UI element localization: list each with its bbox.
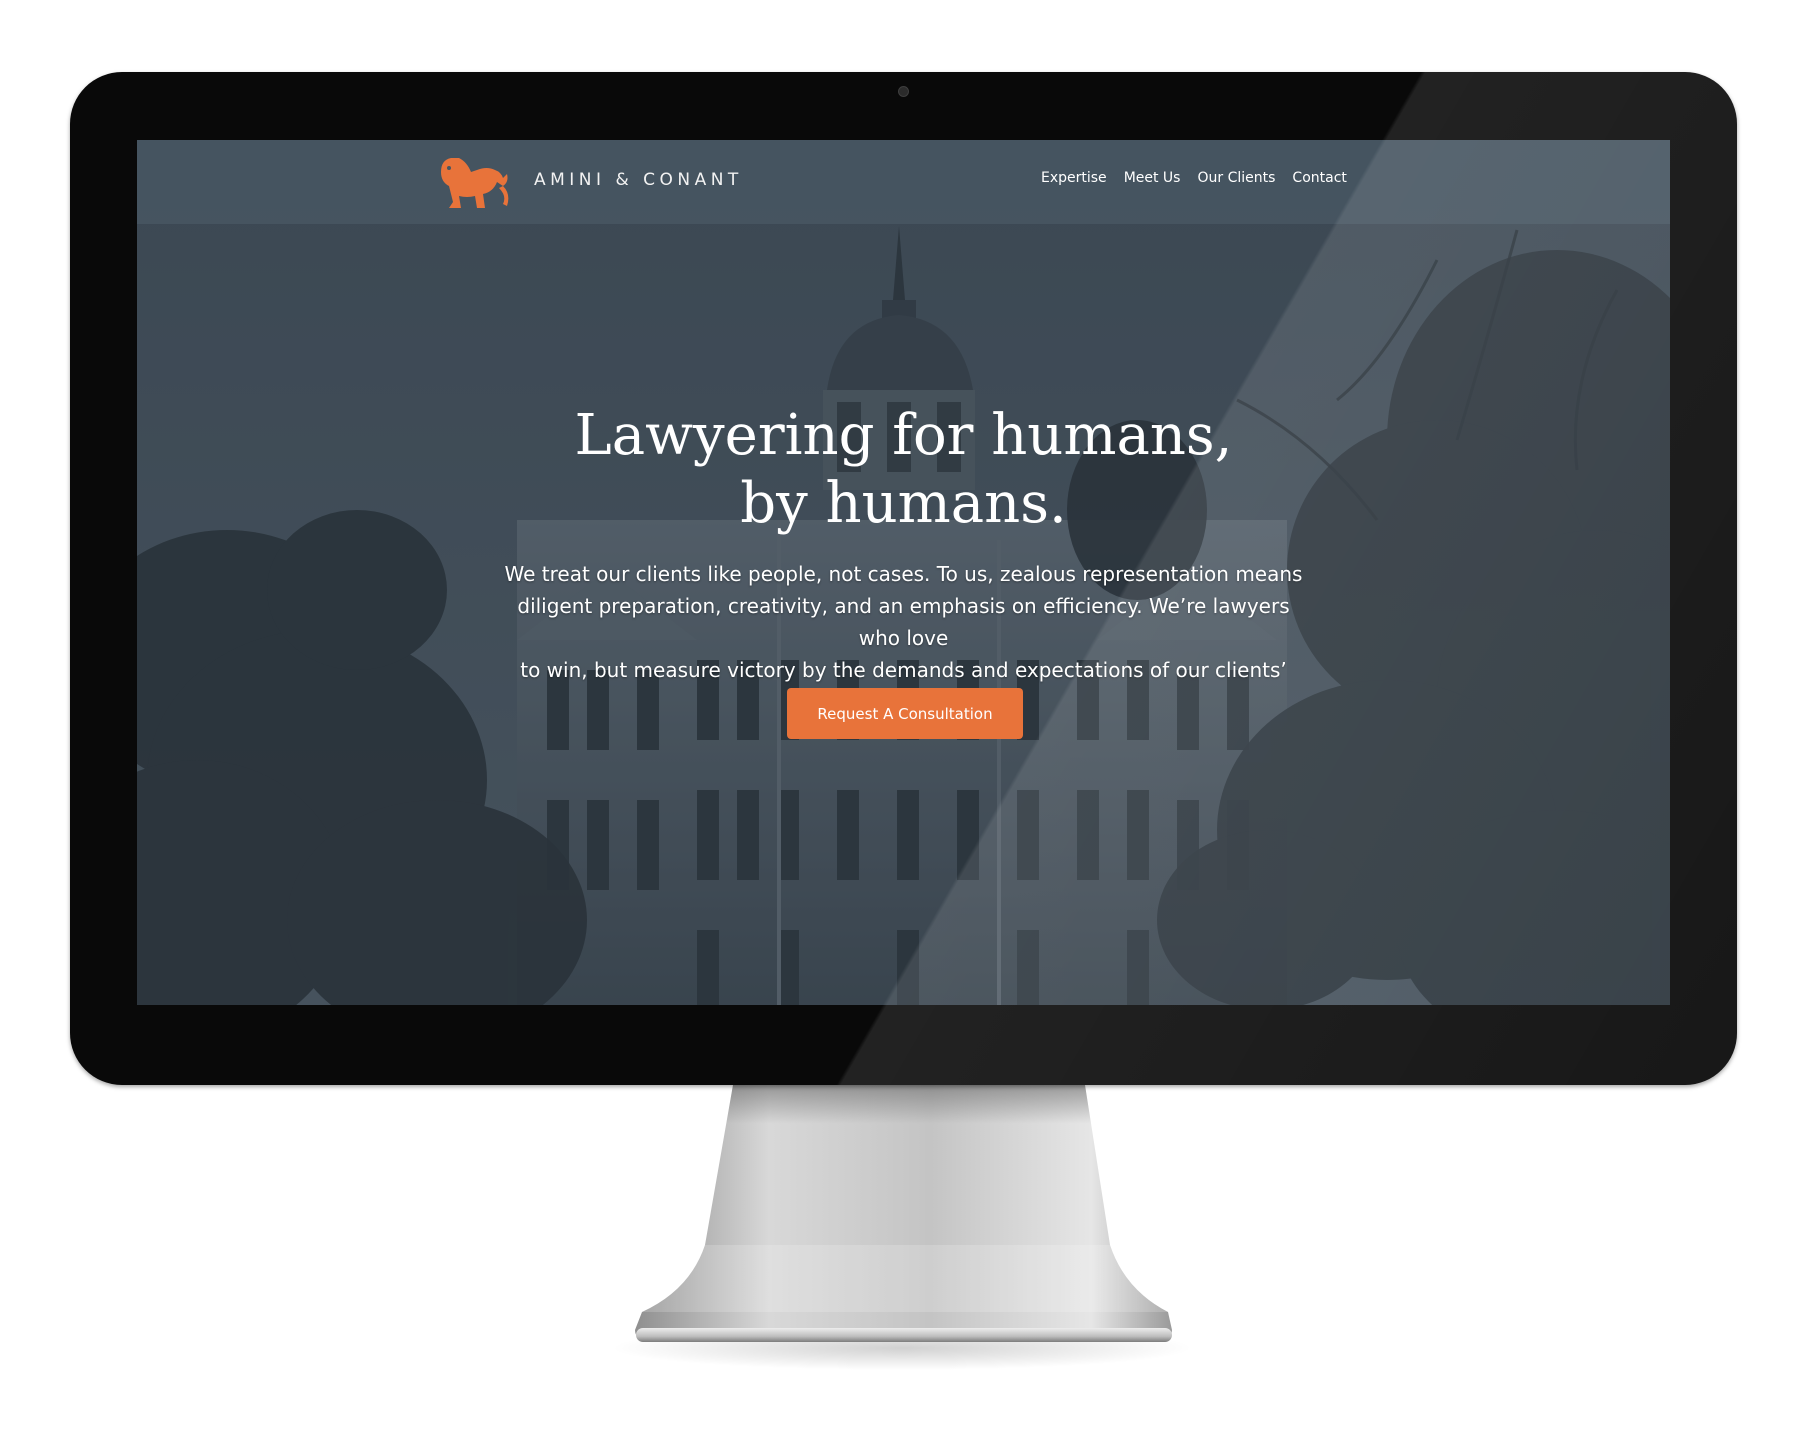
hero-headline: Lawyering for humans, by humans. — [137, 402, 1670, 538]
hero-section: Lawyering for humans, by humans. We trea… — [137, 140, 1670, 1005]
headline-line-2: by humans. — [740, 471, 1067, 536]
website-screen: AMINI & CONANT Expertise Meet Us Our Cli… — [137, 140, 1670, 1005]
request-consultation-button[interactable]: Request A Consultation — [787, 688, 1023, 739]
monitor-frame: AMINI & CONANT Expertise Meet Us Our Cli… — [70, 72, 1737, 1085]
headline-line-1: Lawyering for humans, — [574, 403, 1233, 468]
stage: AMINI & CONANT Expertise Meet Us Our Cli… — [0, 0, 1800, 1450]
description-line-1: We treat our clients like people, not ca… — [504, 562, 1303, 586]
description-line-2: diligent preparation, creativity, and an… — [517, 594, 1290, 650]
camera-icon — [898, 86, 909, 97]
